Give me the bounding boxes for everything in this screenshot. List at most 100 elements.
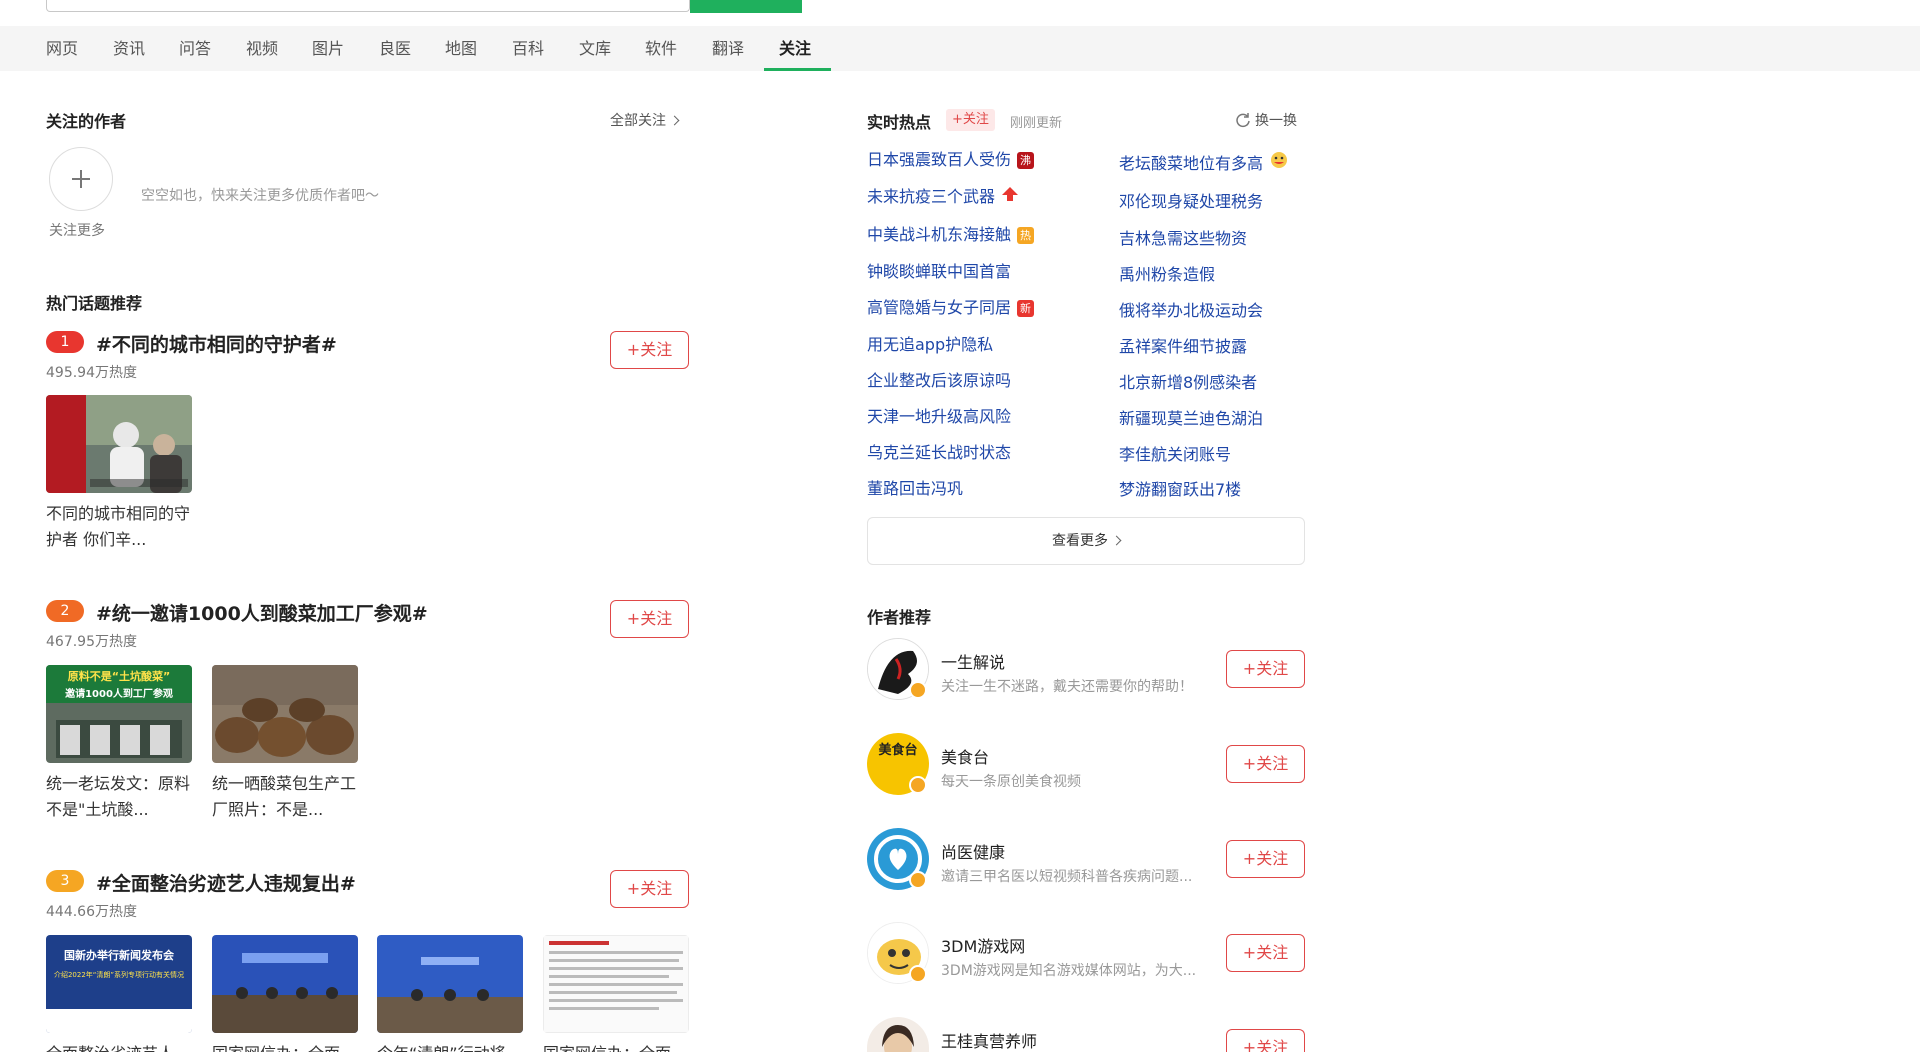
hot-item[interactable]: 钟睒睒蝉联中国首富: [867, 258, 1011, 282]
hot-item[interactable]: 新疆现莫兰迪色湖泊: [1119, 405, 1263, 429]
topic-title[interactable]: #统一邀请1000人到酸菜加工厂参观#: [96, 599, 428, 626]
topic-image: [543, 935, 689, 1033]
tab-web[interactable]: 网页: [46, 26, 78, 71]
author-name[interactable]: 3DM游戏网: [941, 933, 1025, 957]
chevron-right-icon: [1111, 535, 1122, 546]
tab-qa[interactable]: 问答: [179, 26, 211, 71]
realtime-hot-follow-button[interactable]: +关注: [946, 109, 995, 131]
topic-thumbnail[interactable]: [543, 935, 689, 1033]
topic-caption[interactable]: 统一老坛发文：原料不是"土坑酸...: [46, 771, 192, 823]
tab-translate[interactable]: 翻译: [712, 26, 744, 71]
hot-item[interactable]: 董路回击冯巩: [867, 475, 963, 499]
topic-thumbnail[interactable]: [46, 395, 192, 493]
tab-baike[interactable]: 百科: [512, 26, 544, 71]
topic-image: [212, 665, 358, 763]
hot-item[interactable]: 高管隐婚与女子同居新: [867, 294, 1035, 318]
all-follows-link[interactable]: 全部关注: [610, 110, 680, 130]
topic-image: [212, 935, 358, 1033]
hot-item[interactable]: 未来抗疫三个武器: [867, 183, 1019, 207]
tab-images[interactable]: 图片: [312, 26, 344, 71]
topic-image: 原料不是“土坑酸菜” 邀请1000人到工厂参观: [46, 665, 192, 763]
topic-thumbnail[interactable]: [377, 935, 523, 1033]
topic-thumbnail[interactable]: 国新办举行新闻发布会 介绍2022年“清朗”系列专项行动有关情况: [46, 935, 192, 1033]
topic-heat: 444.66万热度: [46, 904, 137, 920]
refresh-button[interactable]: 换一换: [1235, 110, 1297, 130]
thumb-overlay-line2: 介绍2022年“清朗”系列专项行动有关情况: [54, 970, 184, 979]
verified-badge: [909, 871, 927, 889]
topic-follow-button[interactable]: +关注: [610, 331, 689, 369]
author-desc: 3DM游戏网是知名游戏媒体网站，为大...: [941, 963, 1197, 979]
see-more-label: 查看更多: [1052, 533, 1108, 549]
topic-follow-button[interactable]: +关注: [610, 600, 689, 638]
topic-rank-badge: 2: [46, 600, 84, 622]
author-name[interactable]: 美食台: [941, 744, 989, 768]
up-arrow-icon: [1002, 187, 1019, 201]
hot-item[interactable]: 老坛酸菜地位有多高: [1119, 150, 1289, 174]
hot-item[interactable]: 吉林急需这些物资: [1119, 225, 1247, 249]
author-follow-button[interactable]: +关注: [1226, 1029, 1305, 1052]
topic-image: [46, 395, 192, 493]
author-name[interactable]: 王桂真营养师: [941, 1028, 1037, 1052]
topic-caption[interactable]: 国家网信办：全面...: [543, 1041, 689, 1052]
topic-title[interactable]: #全面整治劣迹艺人违规复出#: [96, 869, 356, 896]
tab-video[interactable]: 视频: [246, 26, 278, 71]
thumb-overlay-line1: 国新办举行新闻发布会: [64, 948, 175, 962]
topic-caption[interactable]: 今年“清朗”行动将从...: [377, 1041, 523, 1052]
see-more-button[interactable]: 查看更多: [867, 517, 1305, 565]
tab-news[interactable]: 资讯: [113, 26, 145, 71]
all-follows-label: 全部关注: [610, 113, 666, 129]
search-button[interactable]: [690, 0, 802, 13]
tab-software[interactable]: 软件: [645, 26, 677, 71]
hot-item-text: 老坛酸菜地位有多高: [1119, 154, 1264, 173]
hot-item[interactable]: 用无追app护隐私: [867, 331, 993, 355]
topic-thumbnail[interactable]: 原料不是“土坑酸菜” 邀请1000人到工厂参观: [46, 665, 192, 763]
topic-follow-button[interactable]: +关注: [610, 870, 689, 908]
followed-authors-title: 关注的作者: [46, 112, 127, 131]
author-name[interactable]: 一生解说: [941, 649, 1005, 673]
empty-follow-tip: 空空如也，快来关注更多优质作者吧～: [141, 188, 379, 204]
realtime-hot-title: 实时热点: [867, 113, 932, 132]
hot-item[interactable]: 孟祥案件细节披露: [1119, 333, 1247, 357]
topic-caption[interactable]: 国家网信办：全面...: [212, 1041, 358, 1052]
tab-doctor[interactable]: 良医: [379, 26, 411, 71]
add-follow-button[interactable]: [49, 147, 113, 211]
hot-item[interactable]: 乌克兰延长战时状态: [867, 439, 1011, 463]
hot-item[interactable]: 李佳航关闭账号: [1119, 441, 1231, 465]
tab-map[interactable]: 地图: [445, 26, 477, 71]
tab-follow[interactable]: 关注: [779, 26, 811, 71]
avatar[interactable]: [867, 1017, 929, 1052]
author-follow-button[interactable]: +关注: [1226, 934, 1305, 972]
hot-item[interactable]: 中美战斗机东海接触热: [867, 221, 1035, 245]
hot-item[interactable]: 企业整改后该原谅吗: [867, 367, 1011, 391]
hot-item[interactable]: 俄将举办北极运动会: [1119, 297, 1263, 321]
verified-badge: [909, 776, 927, 794]
verified-badge: [909, 681, 927, 699]
boiling-badge: 沸: [1017, 152, 1035, 169]
author-follow-button[interactable]: +关注: [1226, 650, 1305, 688]
author-recs-title: 作者推荐: [867, 608, 932, 627]
hot-item[interactable]: 天津一地升级高风险: [867, 403, 1011, 427]
search-input[interactable]: [46, 0, 690, 12]
topic-caption[interactable]: 全面整治劣迹艺人...: [46, 1041, 192, 1052]
hot-item[interactable]: 邓伦现身疑处理税务: [1119, 188, 1263, 212]
hot-item[interactable]: 梦游翻窗跃出7楼: [1119, 476, 1241, 500]
topic-caption[interactable]: 统一晒酸菜包生产工厂照片：不是...: [212, 771, 358, 823]
topic-title[interactable]: #不同的城市相同的守护者#: [96, 330, 337, 357]
active-tab-indicator: [764, 68, 831, 71]
topic-image: [377, 935, 523, 1033]
author-name[interactable]: 尚医健康: [941, 839, 1005, 863]
search-header: [0, 0, 1920, 26]
add-more-label[interactable]: 关注更多: [49, 220, 105, 240]
tab-wenku[interactable]: 文库: [579, 26, 611, 71]
author-follow-button[interactable]: +关注: [1226, 745, 1305, 783]
hot-item[interactable]: 禹州粉条造假: [1119, 261, 1215, 285]
refresh-label: 换一换: [1255, 113, 1297, 129]
hot-item[interactable]: 北京新增8例感染者: [1119, 369, 1257, 393]
hot-item[interactable]: 日本强震致百人受伤沸: [867, 146, 1035, 170]
verified-badge: [909, 965, 927, 983]
author-follow-button[interactable]: +关注: [1226, 840, 1305, 878]
author-desc: 关注一生不迷路，戴夫还需要你的帮助！: [941, 679, 1193, 695]
topic-caption[interactable]: 不同的城市相同的守护者 你们辛...: [46, 501, 192, 553]
topic-thumbnail[interactable]: [212, 935, 358, 1033]
topic-thumbnail[interactable]: [212, 665, 358, 763]
